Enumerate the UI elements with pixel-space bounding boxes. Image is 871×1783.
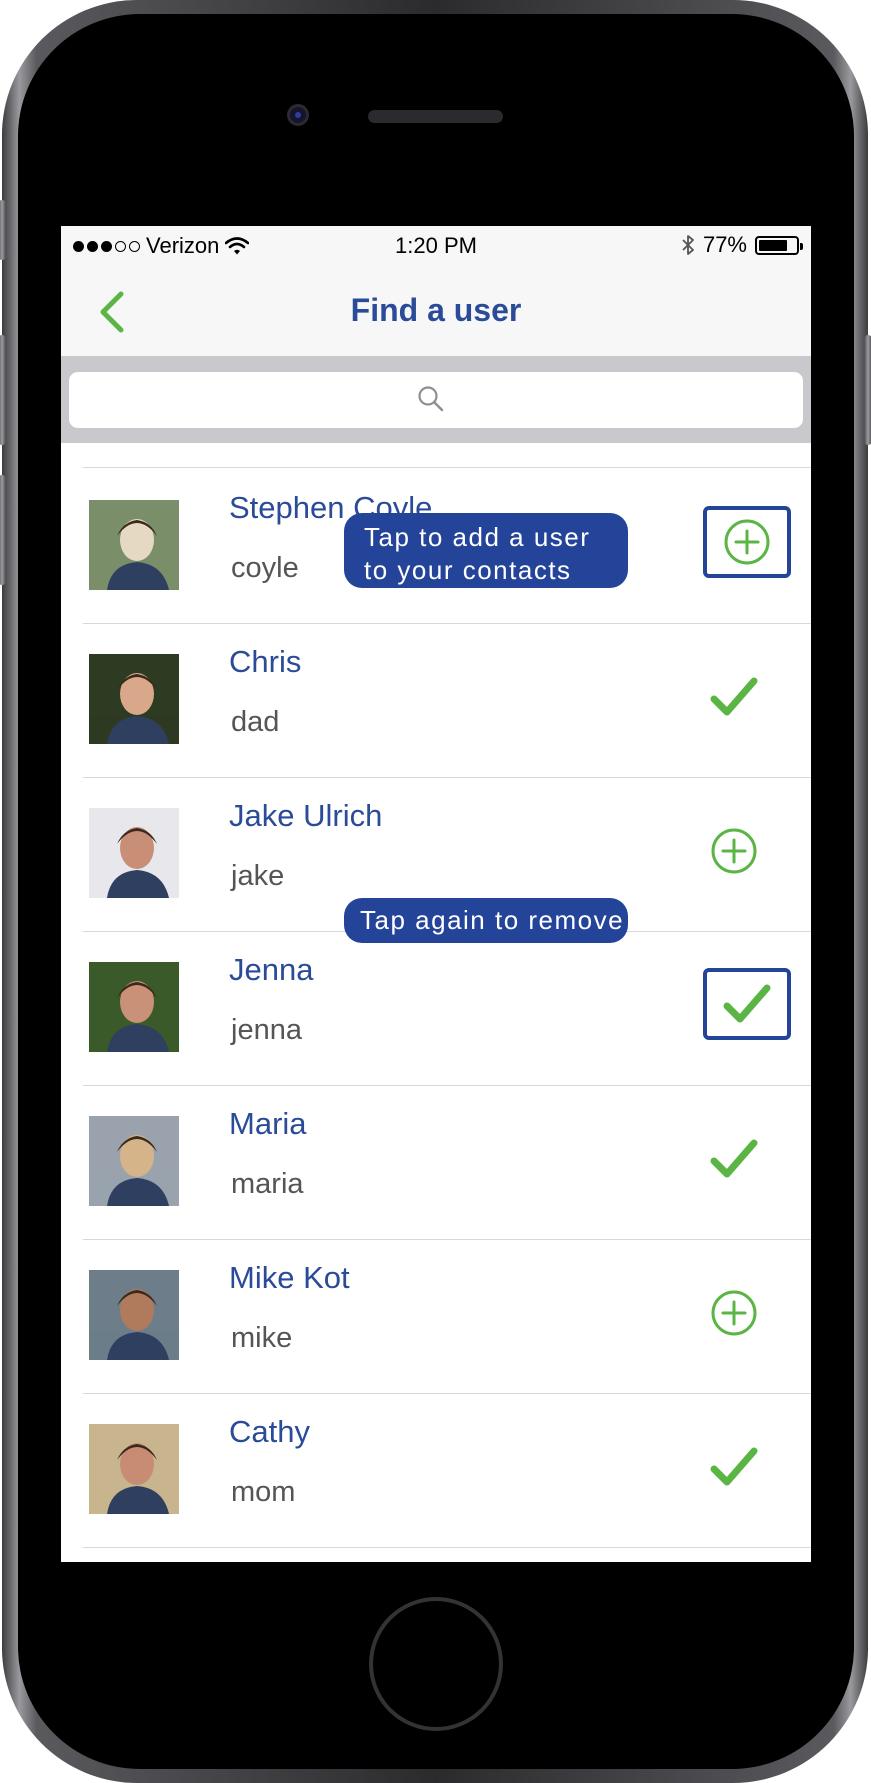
add-contact-button[interactable] (703, 506, 791, 578)
search-input[interactable] (69, 372, 803, 428)
plus-circle-icon (711, 1290, 757, 1336)
user-handle: mike (231, 1322, 293, 1354)
battery-icon (755, 235, 803, 255)
mute-switch (0, 200, 6, 260)
battery-level (759, 239, 787, 251)
avatar (89, 500, 179, 590)
add-contact-button[interactable] (691, 1270, 777, 1356)
user-handle: jenna (231, 1014, 302, 1046)
user-name: Jenna (229, 952, 314, 987)
app-screen: Verizon 1:20 PM 77% Find a user Stephen … (61, 226, 811, 1562)
user-handle: jake (231, 860, 285, 892)
user-name: Maria (229, 1106, 307, 1141)
page-title: Find a user (350, 292, 522, 328)
plus-circle-icon (711, 828, 757, 874)
user-handle: coyle (231, 552, 299, 584)
avatar (89, 654, 179, 744)
avatar (89, 808, 179, 898)
user-row[interactable]: Cathy mom (61, 1394, 811, 1548)
remove-contact-button[interactable] (703, 968, 791, 1040)
checkmark-icon (710, 1139, 758, 1178)
avatar (89, 1116, 179, 1206)
row-divider (83, 1547, 811, 1548)
user-name: Cathy (229, 1414, 310, 1449)
status-right: 77% (681, 232, 803, 258)
list-top-divider (83, 467, 811, 468)
checkmark-icon (710, 677, 758, 716)
add-user-tooltip: Tap to add a user to your contacts (344, 513, 628, 588)
user-row[interactable]: Maria maria (61, 1086, 811, 1240)
home-button[interactable] (369, 1597, 503, 1731)
battery-percent: 77% (702, 232, 747, 257)
user-handle: maria (231, 1168, 304, 1200)
avatar (89, 962, 179, 1052)
power-button (864, 335, 871, 445)
remove-contact-button[interactable] (691, 1424, 777, 1510)
user-row[interactable]: Chris dad (61, 624, 811, 778)
user-handle: dad (231, 706, 280, 738)
avatar (89, 1270, 179, 1360)
user-name: Jake Ulrich (229, 798, 383, 833)
avatar (89, 1424, 179, 1514)
bluetooth-icon (682, 235, 694, 255)
chevron-left-icon (100, 291, 124, 333)
status-bar: Verizon 1:20 PM 77% (61, 226, 811, 266)
remove-user-tooltip: Tap again to remove (344, 898, 628, 943)
remove-contact-button[interactable] (691, 1116, 777, 1202)
remove-contact-button[interactable] (691, 654, 777, 740)
user-name: Mike Kot (229, 1260, 350, 1295)
front-camera (287, 104, 309, 126)
plus-circle-icon (724, 519, 770, 565)
checkmark-icon (723, 984, 771, 1023)
checkmark-icon (710, 1447, 758, 1486)
earpiece-speaker (368, 110, 503, 123)
user-name: Chris (229, 644, 302, 679)
volume-down-button (0, 475, 6, 585)
back-button[interactable] (91, 288, 135, 336)
user-handle: mom (231, 1476, 296, 1508)
add-contact-button[interactable] (691, 808, 777, 894)
user-row[interactable]: Jenna jenna (61, 932, 811, 1086)
volume-up-button (0, 335, 6, 445)
user-row[interactable]: Mike Kot mike (61, 1240, 811, 1394)
nav-bar: Find a user (61, 266, 811, 356)
search-bar (61, 356, 811, 443)
